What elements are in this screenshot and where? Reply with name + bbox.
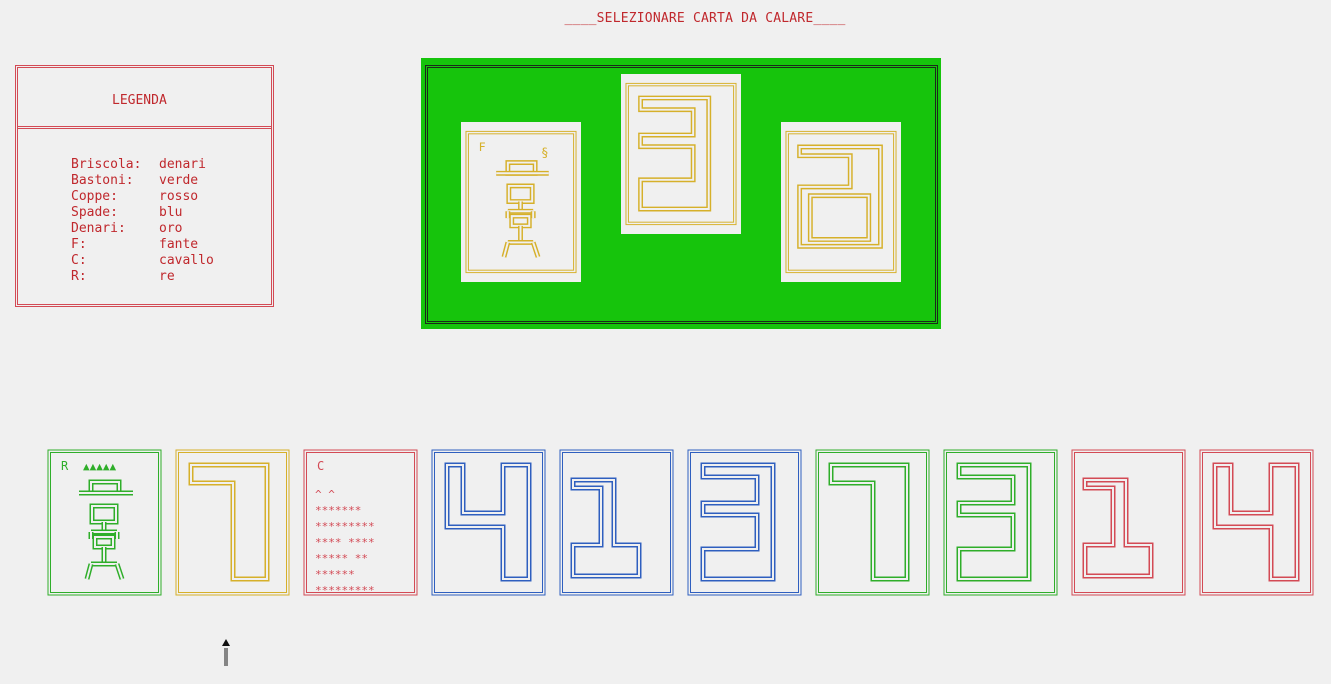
legend-key: Spade: [71,205,118,220]
legend-key: Coppe: [71,189,118,204]
card-rank-glyph [1212,462,1300,582]
legend-key: R: [71,269,87,284]
legend-row: R: re [71,269,175,285]
legend-value: verde [159,173,199,188]
legend-header: LEGENDA [18,68,271,129]
legend-key: C: [71,253,87,268]
card-suit-symbol: § [541,145,549,160]
card-rank-glyph [188,462,270,582]
legend-key: Denari: [71,221,126,236]
card-ascii-art-line: ******* [315,504,361,517]
card-corner-label: F [479,140,486,154]
legend-value: blu [159,205,183,220]
legend-row: Bastoni: verde [71,173,198,189]
hand-card[interactable] [1199,449,1314,596]
hand-card[interactable] [431,449,546,596]
legend-value: cavallo [159,253,214,268]
up-arrow-icon [220,638,232,668]
card-corner-label: C [317,459,324,473]
card-rank-glyph [828,462,910,582]
legend-row: Coppe: rosso [71,189,198,205]
legend-row: C: cavallo [71,253,214,269]
hand-card[interactable] [559,449,674,596]
legend-value: re [159,269,175,284]
play-table: F § [421,58,941,329]
played-card [781,122,901,282]
hand-card[interactable] [175,449,290,596]
card-ascii-art-line: ****** [315,568,355,581]
card-rank-glyph [444,462,532,582]
hand-card[interactable]: C ^ ^ ******* ********* **** **** ***** ** … [303,449,418,596]
legend-row: Spade: blu [71,205,182,221]
hand-card[interactable] [1071,449,1186,596]
hand-card[interactable] [687,449,802,596]
legend-value: rosso [159,189,199,204]
legend-key: Bastoni: [71,173,134,188]
card-ascii-art-line: ^ ^ [315,488,335,501]
legend-value: oro [159,221,183,236]
legend-title: LEGENDA [112,93,167,108]
card-ascii-art-line: **** **** [315,536,375,549]
hand-card[interactable] [943,449,1058,596]
card-rank-glyph [797,144,883,249]
legend-row: F: fante [71,237,198,253]
crown-icon: ▲▲▲▲▲ [83,460,116,473]
legend-key: F: [71,237,87,252]
legend-panel: LEGENDA Briscola: denari Bastoni: verde Copp… [15,65,274,307]
hand-card[interactable]: R ▲▲▲▲▲ [47,449,162,596]
legend-row: Denari: oro [71,221,182,237]
card-rank-glyph [700,462,776,582]
card-corner-label: R [61,459,69,473]
card-ascii-art-line: ********* [315,584,375,596]
played-card [621,74,741,234]
legend-value: denari [159,157,206,172]
legend-key: Briscola: [71,157,142,172]
card-ascii-art-line: ***** ** [315,552,368,565]
page-title: ____SELEZIONARE CARTA DA CALARE____ [564,11,846,26]
played-card: F § [461,122,581,282]
legend-value: fante [159,237,199,252]
card-ascii-art-line: ********* [315,520,375,533]
hand-card[interactable] [815,449,930,596]
legend-row: Briscola: denari [71,157,206,173]
card-rank-glyph [956,462,1032,582]
card-rank-glyph [570,477,642,579]
card-rank-glyph [1082,477,1154,579]
card-rank-glyph [638,95,712,212]
